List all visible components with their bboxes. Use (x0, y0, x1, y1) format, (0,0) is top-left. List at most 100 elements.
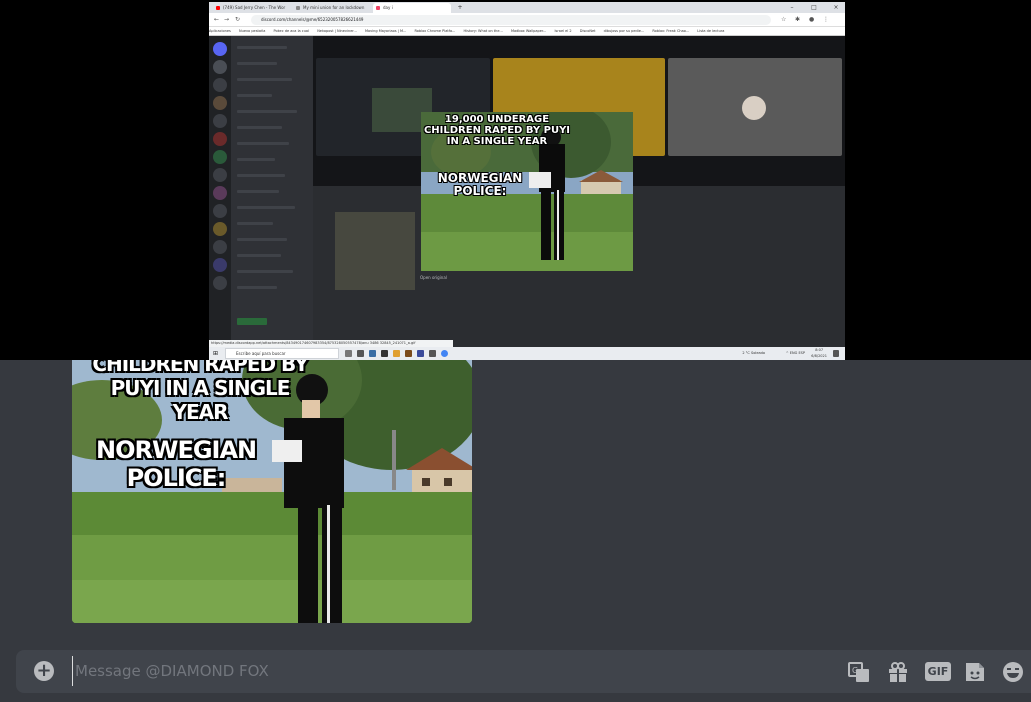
chrome-icon[interactable] (441, 350, 448, 357)
dm-item[interactable] (237, 286, 277, 289)
dm-item[interactable] (237, 78, 292, 81)
new-tab-icon[interactable]: + (453, 2, 467, 13)
profile-icon[interactable]: ● (809, 15, 814, 25)
browser-tab[interactable]: My mini union for an lockdown (293, 3, 371, 13)
window-close-icon[interactable]: × (829, 2, 843, 13)
sticker-icon[interactable] (963, 660, 987, 684)
message-input[interactable] (72, 656, 772, 686)
gift-icon[interactable] (886, 660, 910, 684)
bookmark-item[interactable]: Moving Mayoriaos | M... (365, 29, 406, 33)
windows-taskbar: ⊞ Escribe aquí para buscar 2 °C Soleado … (209, 347, 845, 360)
server-icon[interactable] (213, 222, 227, 236)
dm-list (231, 36, 313, 347)
bookmark-item[interactable]: Roblox Chrome Platfo... (414, 29, 455, 33)
server-icon[interactable] (213, 42, 227, 56)
bookmark-item[interactable]: Roblox: Freak Chao... (652, 29, 689, 33)
dm-item[interactable] (237, 94, 272, 97)
screen-share-panel: (749) Sad Jerry Chen - The Wor My mini u… (0, 0, 1031, 360)
window-maximize-icon[interactable]: □ (807, 2, 821, 13)
taskbar-app-icon[interactable] (369, 350, 376, 357)
taskbar-app-icon[interactable] (405, 350, 412, 357)
server-icon[interactable] (213, 240, 227, 254)
gif-button[interactable]: GIF (925, 662, 951, 681)
server-icon[interactable] (213, 150, 227, 164)
taskbar-app-icon[interactable] (381, 350, 388, 357)
meme-bottom-text: NORWEGIAN POLICE: (96, 436, 257, 492)
taskbar-search[interactable]: Escribe aquí para buscar (225, 348, 339, 359)
bookmark-item[interactable]: dibujoss por su pedie... (604, 29, 645, 33)
dm-item[interactable] (237, 270, 293, 273)
dm-item[interactable] (237, 238, 287, 241)
notifications-icon[interactable] (833, 350, 839, 357)
bookmark-item[interactable]: Lista de lectura (697, 29, 724, 33)
dm-item[interactable] (237, 190, 279, 193)
server-icon[interactable] (213, 276, 227, 290)
browser-tab[interactable]: (749) Sad Jerry Chen - The Wor (213, 3, 291, 13)
bookmarks-bar: Aplicaciones Nuevo pestaña Pokec de aca … (209, 27, 845, 36)
server-list (209, 36, 231, 347)
bookmark-item[interactable]: Israel el 2 (555, 29, 572, 33)
taskbar-app-icon[interactable] (357, 350, 364, 357)
server-icon[interactable] (213, 258, 227, 272)
translate-icon[interactable]: G (847, 660, 871, 684)
back-icon[interactable]: ← (214, 15, 219, 25)
windows-start-icon[interactable]: ⊞ (213, 350, 218, 357)
server-icon[interactable] (213, 204, 227, 218)
svg-text:G: G (852, 666, 858, 675)
bookmark-item[interactable]: Nuevo pestaña (239, 29, 265, 33)
dm-item[interactable] (237, 142, 289, 145)
dm-item[interactable] (237, 254, 281, 257)
attach-plus-button[interactable]: + (34, 661, 54, 681)
server-icon[interactable] (213, 186, 227, 200)
server-icon[interactable] (213, 78, 227, 92)
file-explorer-icon[interactable] (393, 350, 400, 357)
menu-icon[interactable]: ⋮ (823, 15, 829, 25)
dm-item[interactable] (237, 158, 275, 161)
dm-item[interactable] (237, 174, 285, 177)
bookmark-item[interactable]: Nekopost | Nineviner... (317, 29, 357, 33)
browser-tab-bar: (749) Sad Jerry Chen - The Wor My mini u… (209, 2, 845, 13)
weather-widget[interactable]: 2 °C Soleado (742, 347, 765, 360)
meme-top-text: 19,000 UNDERAGE CHILDREN RAPED BY PUYI I… (423, 114, 571, 147)
server-icon[interactable] (213, 132, 227, 146)
emoji-icon[interactable] (1001, 660, 1025, 684)
bookmark-item[interactable]: Pokec de aca la cual (274, 29, 310, 33)
taskbar-app-icon[interactable] (417, 350, 424, 357)
taskbar-app-icon[interactable] (429, 350, 436, 357)
task-view-icon[interactable] (345, 350, 352, 357)
open-original-link[interactable]: Open original (420, 275, 447, 280)
avatar (742, 96, 766, 120)
meme-thumbnail (335, 212, 415, 290)
system-tray[interactable]: ^ ENG ESP (786, 347, 805, 360)
server-icon[interactable] (213, 60, 227, 74)
meme-bottom-text: NORWEGIAN POLICE: (437, 171, 523, 198)
window-minimize-icon[interactable]: – (785, 2, 799, 13)
server-icon[interactable] (213, 96, 227, 110)
video-tile[interactable] (668, 58, 842, 156)
bookmark-item[interactable]: Aplicaciones (209, 29, 231, 33)
server-icon[interactable] (213, 114, 227, 128)
reload-icon[interactable]: ↻ (235, 15, 240, 25)
url-field[interactable]: discord.com/channels/@me/652320057826621… (251, 15, 771, 25)
star-icon[interactable]: ☆ (781, 15, 786, 25)
bookmark-item[interactable]: Madbox Wallpaper... (511, 29, 546, 33)
dm-item[interactable] (237, 222, 273, 225)
bookmark-item[interactable]: DiscoNet (580, 29, 596, 33)
dm-item[interactable] (237, 110, 297, 113)
dm-item[interactable] (237, 62, 277, 65)
server-icon[interactable] (213, 168, 227, 182)
dm-item[interactable] (237, 206, 295, 209)
browser-status-url: https://media.discordapp.net/attachments… (209, 340, 453, 347)
taskbar-clock[interactable]: 8:07 6/8/2021 (811, 348, 827, 359)
call-status[interactable] (237, 318, 267, 325)
discord-icon (376, 6, 380, 10)
dm-item[interactable] (237, 126, 282, 129)
browser-tab-active[interactable]: day i (373, 3, 451, 13)
page-icon (296, 6, 300, 10)
forward-icon[interactable]: → (224, 15, 229, 25)
bookmark-item[interactable]: History: What on the... (464, 29, 503, 33)
meme-image-preview[interactable]: 19,000 UNDERAGE CHILDREN RAPED BY PUYI I… (421, 112, 633, 271)
extensions-icon[interactable]: ✱ (795, 15, 800, 25)
dm-item[interactable] (237, 46, 287, 49)
chat-image-attachment[interactable]: CHILDREN RAPED BY PUYI IN A SINGLE YEAR … (72, 360, 472, 623)
